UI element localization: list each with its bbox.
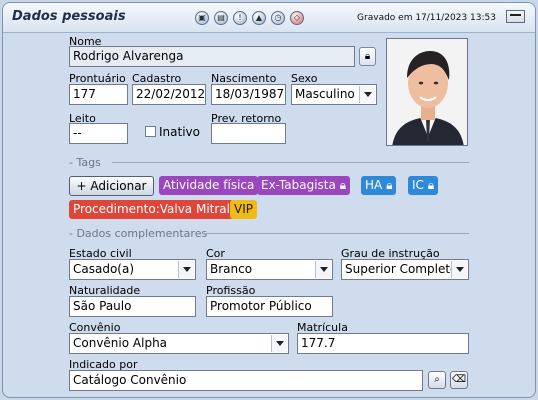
inativo-label: Inativo bbox=[159, 125, 200, 139]
estado-civil-value: Casado(a) bbox=[73, 262, 135, 276]
sexo-value: Masculino bbox=[295, 87, 355, 101]
lock-icon: 🔒︎ bbox=[364, 51, 371, 62]
tags-divider bbox=[112, 162, 469, 163]
profissao-input[interactable]: Promotor Público bbox=[206, 296, 333, 317]
prontuario-input[interactable]: 177 bbox=[69, 84, 128, 105]
naturalidade-input[interactable]: São Paulo bbox=[69, 296, 196, 317]
patient-photo[interactable] bbox=[386, 38, 468, 146]
leito-input[interactable]: -- bbox=[69, 123, 128, 144]
chevron-down-icon[interactable] bbox=[315, 261, 331, 278]
save-icon[interactable]: ▣ bbox=[195, 11, 209, 25]
window-title: Dados pessoais bbox=[12, 9, 126, 24]
erase-button[interactable]: ⌫ bbox=[450, 371, 468, 389]
eraser-icon: ⌫ bbox=[451, 374, 467, 385]
search-icon: ⌕ bbox=[434, 374, 440, 385]
convenio-select[interactable]: Convênio Alpha bbox=[69, 333, 289, 354]
prev-retorno-input[interactable] bbox=[211, 123, 286, 144]
dados-complementares-divider bbox=[203, 233, 469, 234]
matricula-input[interactable]: 177.7 bbox=[297, 333, 469, 354]
dados-complementares-section: - Dados complementares bbox=[69, 227, 469, 241]
inativo-checkbox[interactable] bbox=[145, 126, 156, 137]
sexo-select[interactable]: Masculino bbox=[291, 84, 377, 105]
indicado-por-input[interactable]: Catálogo Convênio bbox=[69, 370, 423, 391]
name-input[interactable]: Rodrigo Alvarenga bbox=[69, 46, 355, 67]
tag-atividade-fisica[interactable]: Atividade física bbox=[159, 176, 259, 195]
chevron-down-icon[interactable] bbox=[271, 335, 287, 352]
estado-civil-select[interactable]: Casado(a) bbox=[69, 259, 196, 280]
cor-value: Branco bbox=[210, 262, 253, 276]
tag-ic[interactable]: IC 🔒︎ bbox=[408, 176, 439, 195]
upload-icon[interactable]: ▲ bbox=[252, 11, 266, 25]
chevron-down-icon[interactable] bbox=[451, 261, 467, 278]
tags-section: - Tags bbox=[69, 156, 469, 170]
saved-status: Gravado em 17/11/2023 13:53 bbox=[357, 13, 496, 23]
document-icon[interactable]: ▤ bbox=[214, 11, 228, 25]
grau-instrucao-select[interactable]: Superior Completo bbox=[341, 259, 469, 280]
compass-icon[interactable]: ◇ bbox=[290, 11, 304, 25]
dados-complementares-title: - Dados complementares bbox=[69, 227, 208, 240]
tag-ha[interactable]: HA 🔒︎ bbox=[361, 176, 397, 195]
tag-procedimento-valva-mitral[interactable]: Procedimento:Valva Mitral bbox=[69, 200, 234, 219]
search-button[interactable]: ⌕ bbox=[428, 371, 446, 389]
cadastro-input[interactable]: 22/02/2012 bbox=[132, 84, 206, 105]
tag-ex-tabagista[interactable]: Ex-Tabagista 🔒︎ bbox=[257, 176, 351, 195]
alert-icon[interactable]: ! bbox=[233, 11, 247, 25]
lock-icon: 🔒︎ bbox=[386, 178, 393, 192]
convenio-value: Convênio Alpha bbox=[73, 336, 168, 350]
clock-icon[interactable]: ◷ bbox=[271, 11, 285, 25]
nascimento-input[interactable]: 18/03/1987 bbox=[211, 84, 286, 105]
tag-vip[interactable]: VIP bbox=[230, 200, 257, 219]
chevron-down-icon[interactable] bbox=[178, 261, 194, 278]
tags-section-title: - Tags bbox=[69, 156, 101, 169]
grau-instrucao-value: Superior Completo bbox=[345, 262, 458, 276]
cor-select[interactable]: Branco bbox=[206, 259, 333, 280]
lock-icon: 🔒︎ bbox=[339, 178, 347, 192]
name-lock-button[interactable]: 🔒︎ bbox=[359, 47, 376, 66]
add-tag-button[interactable]: + Adicionar bbox=[69, 176, 154, 196]
chevron-down-icon[interactable] bbox=[359, 86, 375, 103]
lock-icon: 🔒︎ bbox=[427, 178, 435, 192]
minimize-button[interactable] bbox=[506, 10, 525, 23]
